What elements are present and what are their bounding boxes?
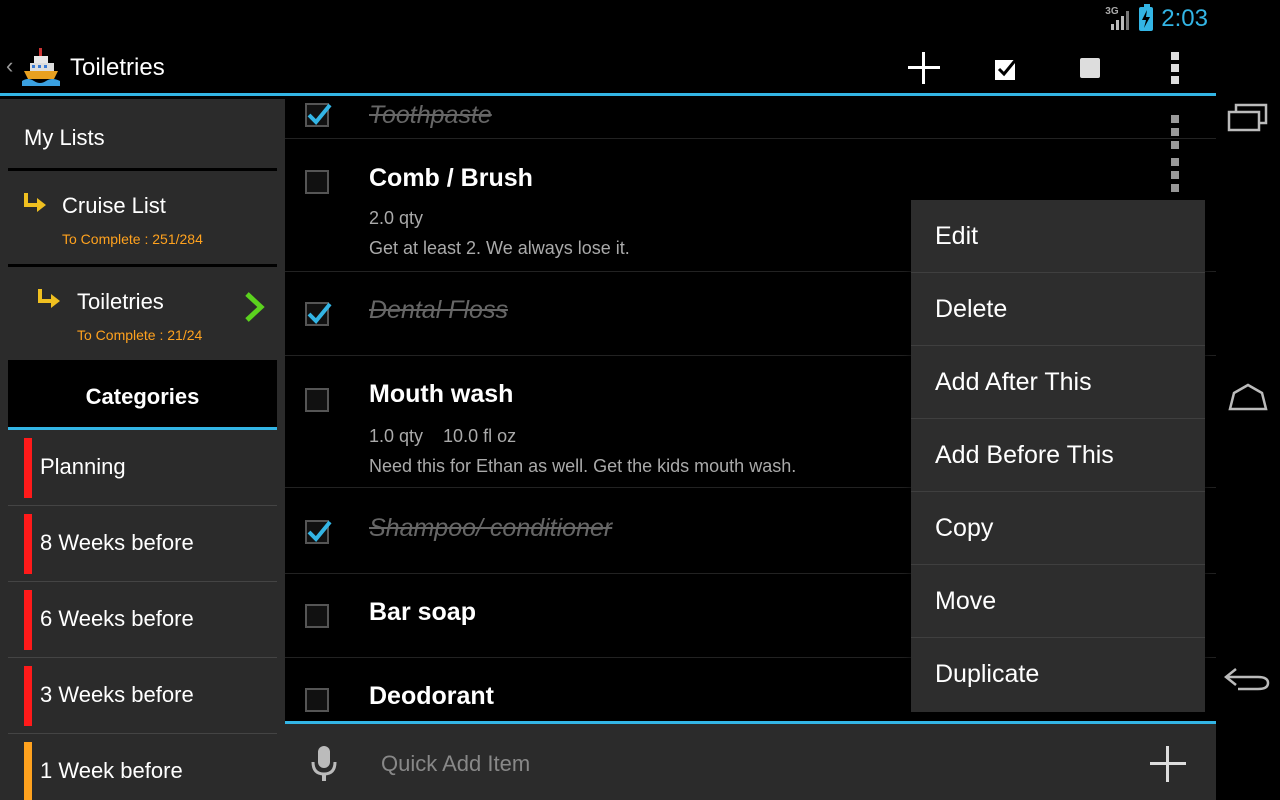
menu-item-duplicate[interactable]: Duplicate [911, 638, 1205, 711]
sidebar-list-toiletries[interactable]: Toiletries To Complete : 21/24 [8, 267, 277, 363]
checkmark-icon [307, 302, 332, 324]
item-checkbox[interactable] [305, 388, 329, 412]
item-title: Toothpaste [369, 101, 492, 129]
list-name: Cruise List [62, 193, 166, 218]
item-checkbox[interactable] [305, 604, 329, 628]
overflow-menu-button[interactable] [1153, 46, 1197, 90]
checked-box-icon [995, 56, 1020, 80]
my-lists-label: My Lists [24, 125, 105, 150]
add-item-button[interactable] [902, 46, 946, 90]
item-overflow-icon[interactable] [1170, 158, 1180, 194]
categories-header: Categories [8, 362, 277, 430]
signal-3g-icon: 3G [1105, 6, 1131, 32]
system-nav-bar [1216, 0, 1280, 800]
back-arrow-icon [1224, 668, 1270, 691]
quick-add-input[interactable] [381, 744, 1001, 784]
item-note: Need this for Ethan as well. Get the kid… [369, 456, 797, 476]
battery-charging-icon [1139, 4, 1154, 31]
item-context-menu: Edit Delete Add After This Add Before Th… [911, 200, 1205, 712]
item-title: Shampoo/ conditioner [369, 514, 613, 542]
category-item[interactable]: 8 Weeks before [8, 506, 277, 582]
category-color-bar [24, 590, 32, 650]
menu-item-copy[interactable]: Copy [911, 492, 1205, 565]
category-color-bar [24, 514, 32, 574]
item-note: Get at least 2. We always lose it. [369, 238, 630, 258]
check-all-button[interactable] [985, 46, 1029, 90]
item-title: Dental Floss [369, 296, 508, 324]
cruise-ship-app-icon[interactable] [22, 46, 60, 86]
checkmark-icon [307, 520, 332, 542]
quick-add-plus-icon[interactable] [1148, 744, 1188, 784]
recent-apps-button[interactable] [1216, 86, 1280, 150]
item-checkbox[interactable] [305, 520, 332, 544]
category-item[interactable]: 6 Weeks before [8, 582, 277, 658]
uncheck-all-button[interactable] [1068, 46, 1112, 90]
list-name: Toiletries [77, 289, 164, 314]
categories-label: Categories [85, 384, 200, 409]
microphone-icon[interactable] [309, 744, 339, 784]
item-checkbox[interactable] [305, 103, 332, 127]
category-label: 1 Week before [40, 758, 183, 783]
home-button[interactable] [1216, 366, 1280, 430]
item-title: Deodorant [369, 682, 494, 710]
action-bar: ‹ Toiletries [0, 38, 1216, 96]
item-checkbox[interactable] [305, 688, 329, 712]
recent-apps-icon [1227, 103, 1268, 132]
checkmark-icon [307, 103, 332, 125]
category-label: 3 Weeks before [40, 682, 194, 707]
item-checkbox[interactable] [305, 302, 332, 326]
list-item-row[interactable]: Toothpaste [285, 99, 1216, 149]
list-progress: To Complete : 251/284 [62, 231, 203, 247]
page-title: Toiletries [70, 54, 165, 81]
list-progress: To Complete : 21/24 [77, 327, 203, 343]
category-color-bar [24, 666, 32, 726]
status-bar: 3G 2:03 [0, 0, 1216, 38]
menu-item-add-before[interactable]: Add Before This [911, 419, 1205, 492]
item-size: 10.0 fl oz [443, 426, 517, 446]
item-checkbox[interactable] [305, 170, 329, 194]
item-title: Comb / Brush [369, 164, 533, 192]
menu-item-delete[interactable]: Delete [911, 273, 1205, 346]
category-item[interactable]: 3 Weeks before [8, 658, 277, 734]
quick-add-bar [285, 721, 1216, 800]
menu-item-move[interactable]: Move [911, 565, 1205, 638]
category-item[interactable]: 1 Week before [8, 734, 277, 800]
home-icon [1228, 383, 1268, 411]
item-quantity: 2.0 qty [369, 208, 424, 228]
selected-chevron-icon [245, 292, 265, 322]
item-meta: 1.0 qty 10.0 fl oz [369, 426, 516, 447]
empty-box-icon [1080, 58, 1100, 78]
up-chevron-icon[interactable]: ‹ [6, 55, 16, 77]
category-color-bar [24, 742, 32, 800]
item-quantity: 1.0 qty [369, 426, 424, 446]
category-label: Planning [40, 454, 126, 479]
category-label: 8 Weeks before [40, 530, 194, 555]
my-lists-header[interactable]: My Lists [8, 99, 277, 171]
sidebar-list-cruise[interactable]: Cruise List To Complete : 251/284 [8, 171, 277, 267]
sidebar: My Lists Cruise List To Complete : 251/2… [0, 99, 285, 800]
sublist-arrow-icon [24, 193, 46, 212]
sublist-arrow-icon [38, 289, 60, 308]
clock: 2:03 [1161, 5, 1208, 32]
item-title: Mouth wash [369, 380, 514, 408]
overflow-dots-icon [1171, 52, 1179, 84]
back-button[interactable] [1216, 646, 1280, 710]
item-title: Bar soap [369, 598, 476, 626]
menu-item-edit[interactable]: Edit [911, 200, 1205, 273]
menu-item-add-after[interactable]: Add After This [911, 346, 1205, 419]
category-color-bar [24, 438, 32, 498]
category-item[interactable]: Planning [8, 430, 277, 506]
category-label: 6 Weeks before [40, 606, 194, 631]
plus-icon [908, 52, 940, 84]
